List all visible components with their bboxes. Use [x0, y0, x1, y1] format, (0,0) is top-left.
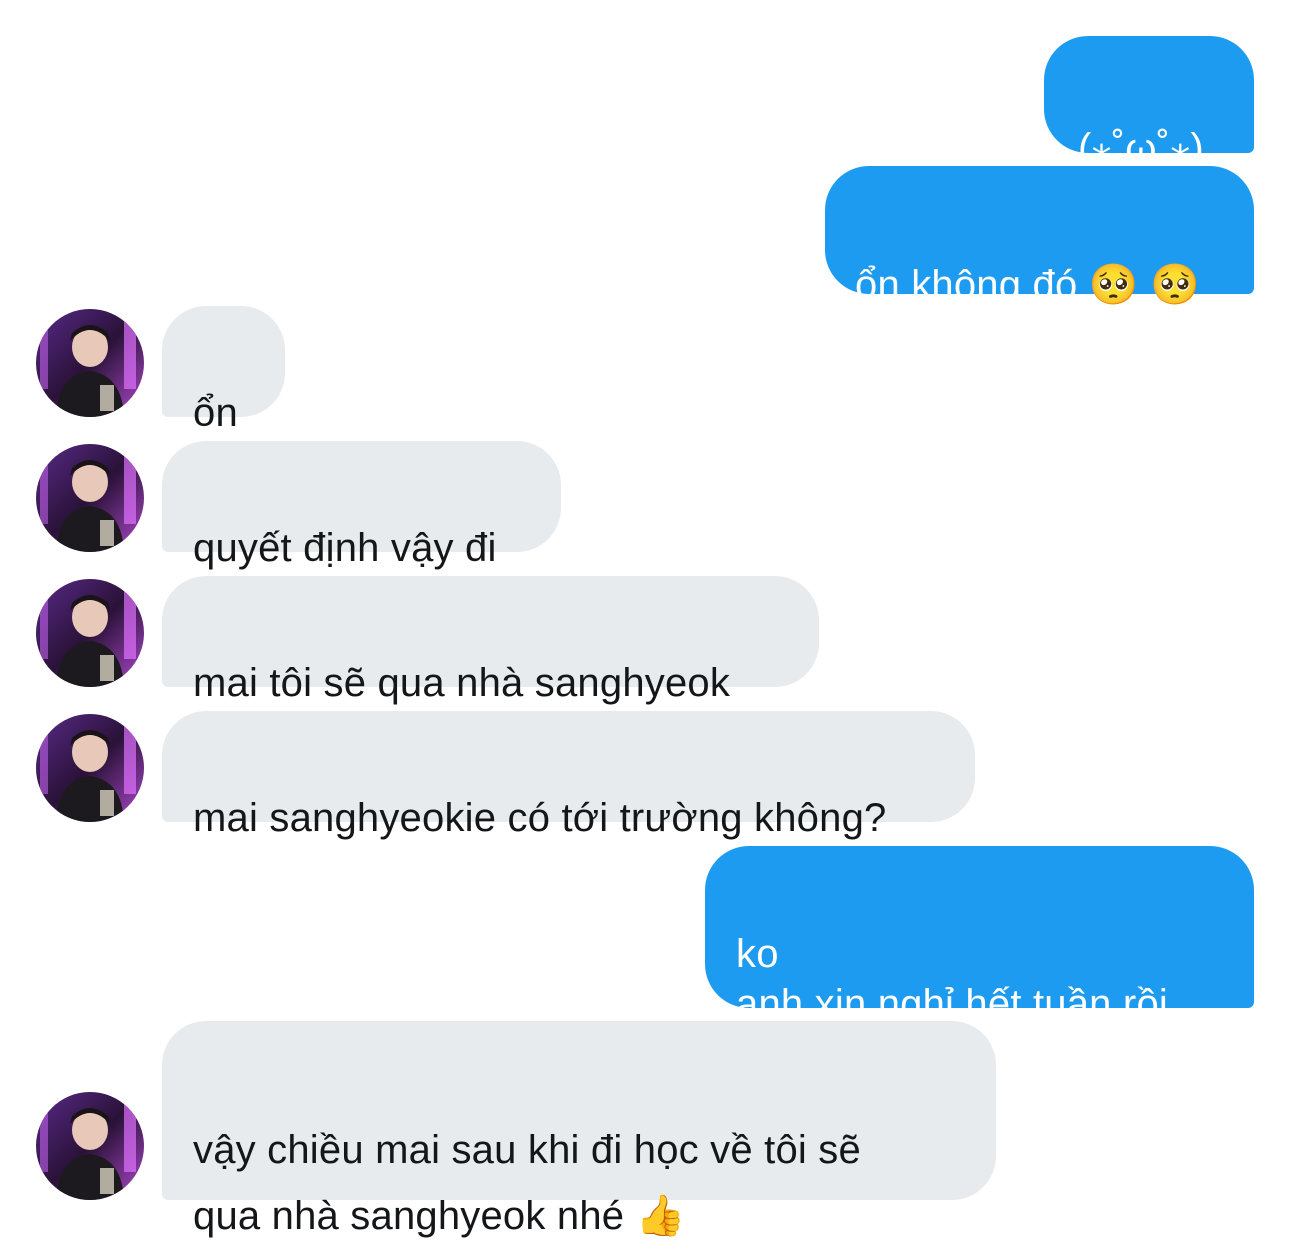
message-text: ổn không đó 🥺 🥺 — [855, 263, 1201, 307]
message-text: ổn — [193, 391, 238, 435]
message-bubble-sent[interactable]: ko anh xin nghỉ hết tuần rồi — [705, 846, 1254, 1026]
message-bubble-received[interactable]: ổn — [162, 306, 285, 435]
contact-avatar[interactable] — [36, 444, 144, 552]
message-bubble-received[interactable]: vậy chiều mai sau khi đi học về tôi sẽ q… — [162, 1021, 996, 1238]
contact-avatar[interactable] — [36, 1092, 144, 1200]
message-bubble-sent[interactable]: ổn không đó 🥺 🥺 — [825, 166, 1254, 307]
message-bubble-received[interactable]: quyết định vậy đi — [162, 441, 561, 570]
message-text: quyết định vậy đi — [193, 526, 497, 570]
contact-avatar[interactable] — [36, 714, 144, 822]
message-text: mai sanghyeokie có tới trường không? — [193, 796, 887, 840]
message-text: mai tôi sẽ qua nhà sanghyeok — [193, 661, 731, 705]
message-bubble-sent[interactable]: (⁎˚̥ω˚̥⁎) — [1044, 36, 1254, 170]
message-text: (⁎˚̥ω˚̥⁎) — [1078, 126, 1204, 170]
contact-avatar[interactable] — [36, 309, 144, 417]
message-text: vậy chiều mai sau khi đi học về tôi sẽ q… — [193, 1128, 861, 1238]
message-bubble-received[interactable]: mai tôi sẽ qua nhà sanghyeok — [162, 576, 819, 705]
contact-avatar[interactable] — [36, 579, 144, 687]
message-text: ko anh xin nghỉ hết tuần rồi — [736, 932, 1168, 1026]
message-bubble-received[interactable]: mai sanghyeokie có tới trường không? — [162, 711, 975, 840]
